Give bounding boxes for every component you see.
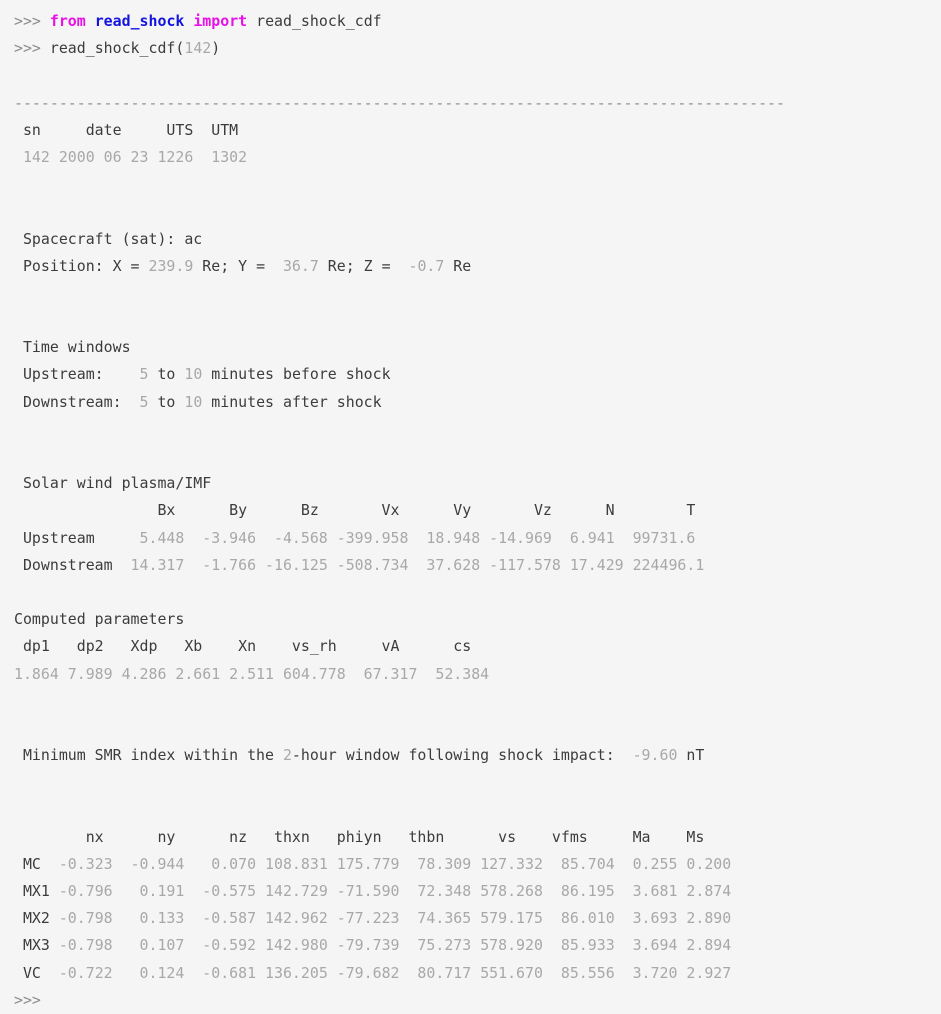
module-name: read_shock <box>94 12 185 30</box>
open-paren: ( <box>175 39 185 58</box>
solar-wind-row-values: 14.317 -1.766 -16.125 -508.734 37.628 -1… <box>112 555 705 574</box>
position-y-unit: Re; Z = <box>318 256 400 275</box>
smr-middle: -hour window following shock impact: <box>291 746 633 765</box>
repl-input-import-line: >>> from read_shock import read_shock_cd… <box>14 8 941 35</box>
table-row: MC -0.323 -0.944 0.070 108.831 175.779 7… <box>14 851 941 878</box>
prompt-symbol: >>> <box>14 990 41 1009</box>
shock-normal-values: -0.722 0.124 -0.681 136.205 -79.682 80.7… <box>49 963 732 982</box>
computed-parameters-header-row: dp1 dp2 Xdp Xb Xn vs_rh vA cs <box>14 637 472 656</box>
imported-name: read_shock_cdf <box>256 12 382 30</box>
table-row: MX2 -0.798 0.133 -0.587 142.962 -77.223 … <box>14 905 941 932</box>
shock-normal-values: -0.798 0.133 -0.587 142.962 -77.223 74.3… <box>49 909 732 928</box>
upstream-label: Upstream: <box>14 365 140 384</box>
upstream-suffix: minutes before shock <box>202 365 391 384</box>
solar-wind-row-values: 5.448 -3.946 -4.568 -399.958 18.948 -14.… <box>94 528 696 547</box>
repl-console[interactable]: >>> from read_shock import read_shock_cd… <box>0 0 941 1009</box>
table-row: Downstream 14.317 -1.766 -16.125 -508.73… <box>14 552 941 579</box>
downstream-label: Downstream: <box>14 392 140 411</box>
shock-normal-method: MX2 <box>14 909 50 928</box>
position-label: Position: X = <box>14 256 149 275</box>
shock-normal-values: -0.796 0.191 -0.575 142.729 -71.590 72.3… <box>49 882 732 900</box>
position-x-value: 239.9 <box>148 256 194 275</box>
time-window-downstream-line: Downstream: 5 to 10 minutes after shock <box>14 389 941 416</box>
position-z-unit: Re <box>444 256 472 275</box>
smr-unit: nT <box>677 746 705 765</box>
from-keyword: from <box>49 12 86 30</box>
prompt-symbol: >>> <box>14 39 41 58</box>
shock-normal-values: -0.798 0.107 -0.592 142.980 -79.739 75.2… <box>49 936 732 955</box>
position-y-value: 36.7 <box>274 256 319 275</box>
shock-normal-method: MX1 <box>14 882 50 900</box>
shock-normals-header-row: nx ny nz thxn phiyn thbn vs vfms Ma Ms <box>14 827 705 846</box>
function-name: read_shock_cdf <box>49 39 176 58</box>
smr-index-line: Minimum SMR index within the 2-hour wind… <box>14 742 941 769</box>
downstream-to: to <box>148 392 185 411</box>
time-windows-title: Time windows <box>14 338 131 357</box>
computed-parameters-title: Computed parameters <box>14 610 185 629</box>
shock-normal-method: MX3 <box>14 936 50 955</box>
upstream-to: to <box>148 365 185 384</box>
table-row: Upstream 5.448 -3.946 -4.568 -399.958 18… <box>14 525 941 552</box>
smr-prefix: Minimum SMR index within the <box>14 746 283 765</box>
solar-wind-row-label: Upstream <box>14 528 95 547</box>
event-header-columns: sn date UTS UTM <box>14 120 239 139</box>
shock-normal-method: VC <box>14 963 50 982</box>
upstream-end: 10 <box>184 365 203 384</box>
close-paren: ) <box>211 39 221 58</box>
event-header-values: 142 2000 06 23 1226 1302 <box>14 147 248 166</box>
position-x-unit: Re; Y = <box>193 256 274 275</box>
import-keyword: import <box>193 12 248 30</box>
repl-input-call-line: >>> read_shock_cdf(142) <box>14 35 941 62</box>
repl-trailing-prompt-line[interactable]: >>> <box>14 987 941 1014</box>
separator-rule: ----------------------------------------… <box>14 93 785 112</box>
downstream-suffix: minutes after shock <box>202 392 382 411</box>
prompt-symbol: >>> <box>14 12 41 30</box>
position-line: Position: X = 239.9 Re; Y = 36.7 Re; Z =… <box>14 253 941 280</box>
position-z-value: -0.7 <box>399 256 445 275</box>
solar-wind-header-row: Bx By Bz Vx Vy Vz N T <box>14 501 696 520</box>
smr-value: -9.60 <box>632 746 678 765</box>
call-argument: 142 <box>184 39 212 58</box>
table-row: MX1 -0.796 0.191 -0.575 142.729 -71.590 … <box>14 878 941 905</box>
table-row: VC -0.722 0.124 -0.681 136.205 -79.682 8… <box>14 960 941 987</box>
solar-wind-row-label: Downstream <box>14 555 113 574</box>
spacecraft-line: Spacecraft (sat): ac <box>14 229 203 248</box>
smr-window-hours: 2 <box>282 746 292 765</box>
computed-parameters-values-row: 1.864 7.989 4.286 2.661 2.511 604.778 67… <box>14 664 490 683</box>
table-row: MX3 -0.798 0.107 -0.592 142.980 -79.739 … <box>14 932 941 959</box>
solar-wind-title: Solar wind plasma/IMF <box>14 474 212 493</box>
downstream-end: 10 <box>184 392 203 411</box>
time-window-upstream-line: Upstream: 5 to 10 minutes before shock <box>14 361 941 388</box>
